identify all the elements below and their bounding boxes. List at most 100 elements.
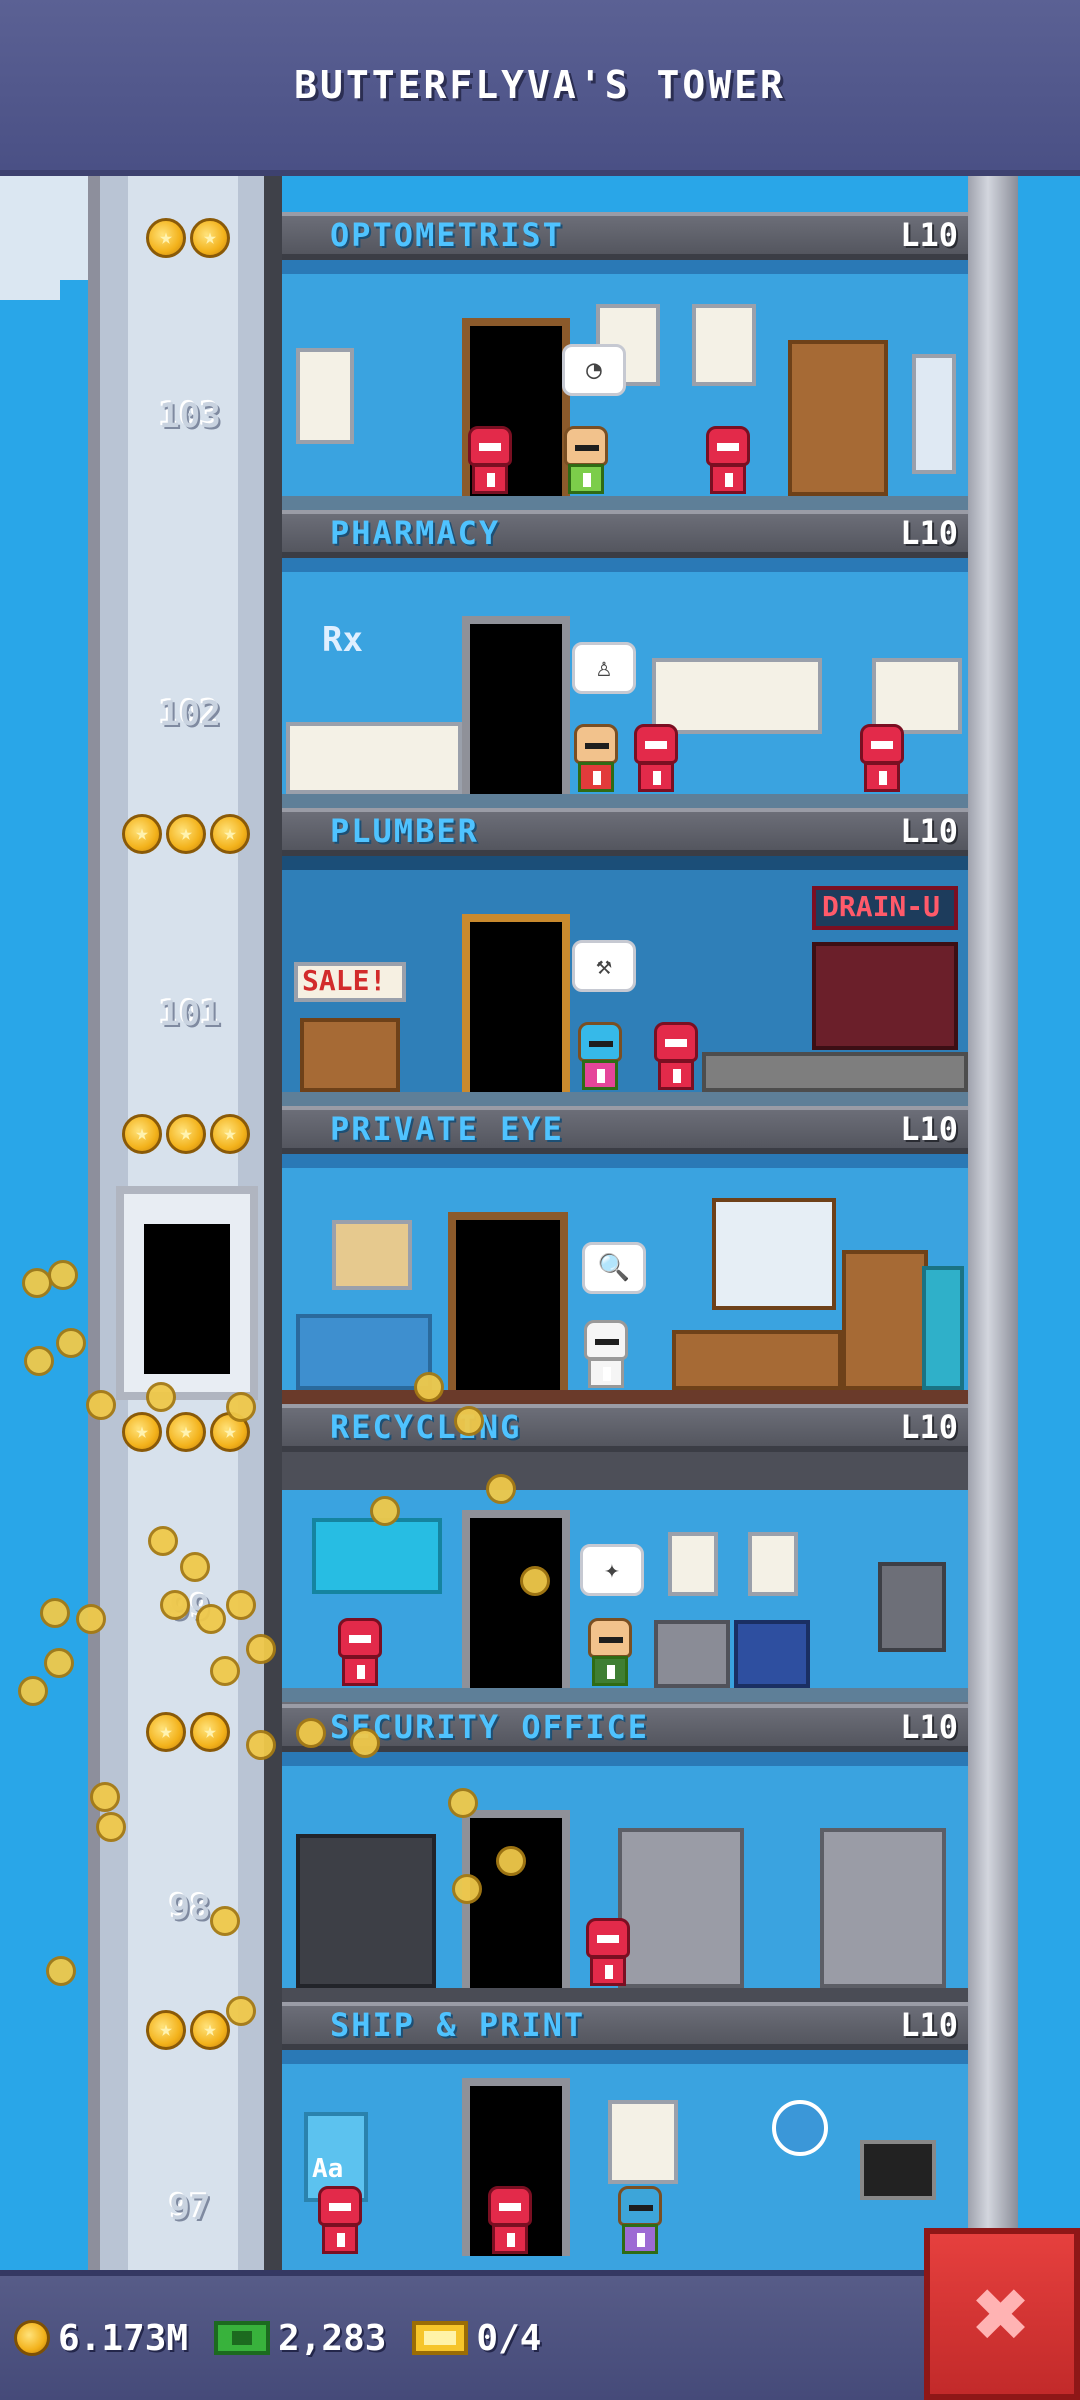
bitizen[interactable] [482, 2186, 538, 2256]
room-door [462, 616, 570, 794]
star-icon: ★ [146, 2010, 186, 2050]
coin-icon[interactable] [448, 1788, 478, 1818]
coin-icon[interactable] [370, 1496, 400, 1526]
coin-icon[interactable] [86, 1390, 116, 1420]
coin-icon[interactable] [148, 1526, 178, 1556]
floor-header-private-eye[interactable]: PRIVATE EYE L10 [282, 1106, 968, 1154]
tickets-counter[interactable]: 0/4 [412, 2318, 541, 2359]
bitizen[interactable] [312, 2186, 368, 2256]
font-sample-text: Aa [312, 2154, 344, 2184]
parts-rack [812, 942, 958, 1050]
coin-icon[interactable] [44, 1648, 74, 1678]
floor-header-pharmacy[interactable]: PHARMACY L10 [282, 510, 968, 558]
wall-poster [668, 1532, 718, 1596]
visitor-bitizen[interactable] [578, 1320, 634, 1390]
room-pharmacy[interactable]: Rx ♙ [282, 558, 968, 818]
star-icon: ★ [146, 218, 186, 258]
coin-icon[interactable] [96, 1812, 126, 1842]
floor-level: L10 [900, 1708, 958, 1746]
window [712, 1198, 836, 1310]
floor-number: 97 [169, 2188, 211, 2228]
room-recycling[interactable]: ✦ [282, 1452, 968, 1712]
elevator-car[interactable] [116, 1186, 258, 1400]
room-plumber[interactable]: SALE! DRAIN-U ⚒ [282, 856, 968, 1116]
bitizen[interactable] [332, 1618, 388, 1688]
close-button[interactable]: ✖ [924, 2228, 1080, 2400]
floor-name: OPTOMETRIST [330, 216, 564, 254]
tickets-value: 0/4 [476, 2317, 542, 2359]
wall-poster [692, 304, 756, 386]
pipe-crates [300, 1018, 400, 1092]
star-rating: ★ ★ [146, 1712, 230, 1752]
coin-icon[interactable] [226, 1392, 256, 1422]
bin [734, 1620, 810, 1688]
coin-icon[interactable] [180, 1552, 210, 1582]
coin-icon[interactable] [414, 1372, 444, 1402]
coin-icon[interactable] [76, 1604, 106, 1634]
wall-poster [748, 1532, 798, 1596]
coins-value: 6.173M [58, 2317, 189, 2359]
coin-icon[interactable] [452, 1874, 482, 1904]
bitizen[interactable] [580, 1918, 636, 1988]
bitizen[interactable] [700, 426, 756, 496]
coin-icon[interactable] [496, 1846, 526, 1876]
visitor-bitizen[interactable] [572, 1022, 628, 1092]
room-ship-and-print[interactable]: Aa [282, 2050, 968, 2270]
floor-name: PHARMACY [330, 514, 501, 552]
bitizen[interactable] [462, 426, 518, 496]
thought-bubble: ◔ [562, 344, 626, 396]
visitor-bitizen[interactable] [612, 2186, 668, 2256]
star-icon: ★ [210, 814, 250, 854]
bitizen[interactable] [854, 724, 910, 794]
coins-counter[interactable]: 6.173M [14, 2318, 188, 2359]
thought-bubble: ✦ [580, 1544, 644, 1596]
coin-icon[interactable] [210, 1656, 240, 1686]
wall-stripe [282, 2050, 968, 2064]
coin-icon[interactable] [226, 1996, 256, 2026]
floor-header-plumber[interactable]: PLUMBER L10 [282, 808, 968, 856]
floor-number: 101 [159, 994, 221, 1034]
bitizen[interactable] [648, 1022, 704, 1092]
coin-icon[interactable] [48, 1260, 78, 1290]
floor-header-security-office[interactable]: SECURITY OFFICE L10 [282, 1704, 968, 1752]
wall-stripe [282, 260, 968, 274]
tower-title-bar: BUTTERFLYVA'S TOWER [0, 0, 1080, 176]
coin-icon[interactable] [210, 1906, 240, 1936]
bux-counter[interactable]: 2,283 [214, 2318, 386, 2359]
floor-level: L10 [900, 812, 958, 850]
star-rating: ★ ★ ★ [122, 814, 250, 854]
coin-icon[interactable] [296, 1718, 326, 1748]
elevator-car-door [144, 1224, 230, 1374]
coin-icon[interactable] [56, 1328, 86, 1358]
coin-icon[interactable] [146, 1382, 176, 1412]
floor-header-ship-and-print[interactable]: SHIP & PRINT L10 [282, 2002, 968, 2050]
coin-icon[interactable] [454, 1406, 484, 1436]
room-optometrist[interactable]: ◔ [282, 260, 968, 520]
visitor-bitizen[interactable] [568, 724, 624, 794]
star-icon: ★ [166, 814, 206, 854]
visitor-bitizen[interactable] [558, 426, 614, 496]
floor-header-optometrist[interactable]: OPTOMETRIST L10 [282, 212, 968, 260]
coin-icon[interactable] [160, 1590, 190, 1620]
floor-header-recycling[interactable]: RECYCLING L10 [282, 1404, 968, 1452]
thought-bubble: ⚒ [572, 940, 636, 992]
coin-icon[interactable] [520, 1566, 550, 1596]
coin-icon[interactable] [18, 1676, 48, 1706]
coin-icon[interactable] [196, 1604, 226, 1634]
coin-icon[interactable] [24, 1346, 54, 1376]
coin-icon[interactable] [40, 1598, 70, 1628]
coin-icon[interactable] [246, 1634, 276, 1664]
room-security-office[interactable] [282, 1752, 968, 2012]
sofa [296, 1314, 432, 1390]
mirror [912, 354, 956, 474]
coin-icon[interactable] [90, 1782, 120, 1812]
visitor-bitizen[interactable] [582, 1618, 638, 1688]
coin-icon[interactable] [486, 1474, 516, 1504]
room-private-eye[interactable]: 🔍 [282, 1154, 968, 1414]
bitizen[interactable] [628, 724, 684, 794]
floor-name: RECYCLING [330, 1408, 522, 1446]
coin-icon[interactable] [226, 1590, 256, 1620]
coin-icon[interactable] [350, 1728, 380, 1758]
coin-icon[interactable] [46, 1956, 76, 1986]
coin-icon[interactable] [246, 1730, 276, 1760]
